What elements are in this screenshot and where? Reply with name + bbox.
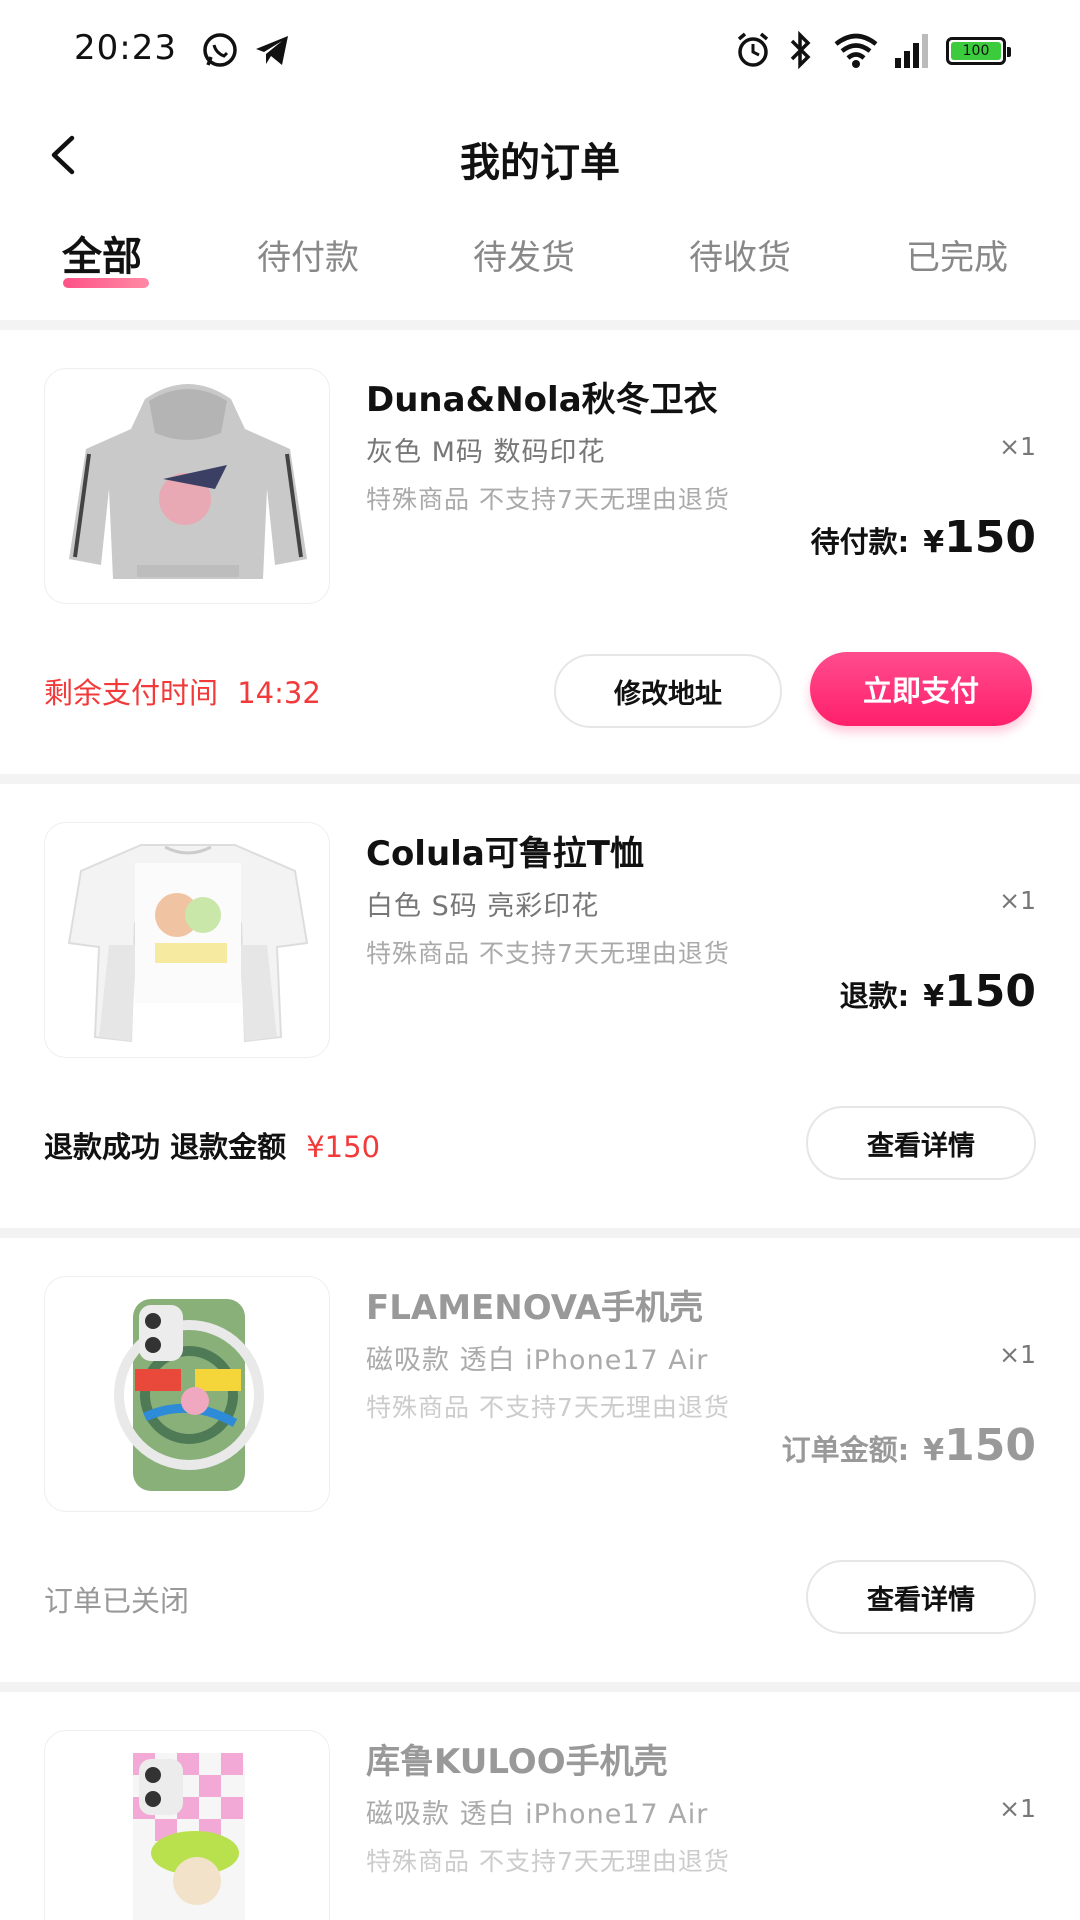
price-row: 待付款: ¥150 [811, 512, 1036, 572]
product-spec: 白色 S码 亮彩印花 [366, 891, 600, 922]
countdown-time: 14:32 [237, 676, 321, 710]
order-list-screen: 20:23 100 我的订单 全部 待付款 待发货 待收货 已完成 Duna&N… [0, 0, 1080, 1920]
product-quantity: ×1 [999, 1340, 1036, 1369]
product-image-phone-case[interactable] [44, 1276, 330, 1512]
divider [0, 1682, 1080, 1692]
product-spec: 磁吸款 透白 iPhone17 Air [366, 1345, 709, 1376]
order-tabs: 全部 待付款 待发货 待收货 已完成 [0, 230, 1080, 300]
order-closed-status: 订单已关闭 [44, 1584, 190, 1618]
product-spec: 磁吸款 透白 iPhone17 Air [366, 1799, 709, 1830]
product-title: Duna&Nola秋冬卫衣 [366, 380, 718, 420]
order-card[interactable]: FLAMENOVA手机壳 磁吸款 透白 iPhone17 Air ×1 特殊商品… [0, 1238, 1080, 1682]
return-policy-note: 特殊商品 不支持7天无理由退货 [366, 1393, 730, 1422]
divider [0, 1228, 1080, 1238]
product-image-hoodie[interactable] [44, 368, 330, 604]
pay-now-button[interactable]: 立即支付 [810, 652, 1032, 726]
price-row: 订单金额: ¥150 [782, 1420, 1036, 1480]
price-label: 退款: [839, 979, 910, 1013]
price-label: 待付款: [810, 525, 910, 559]
return-policy-note: 特殊商品 不支持7天无理由退货 [366, 485, 730, 514]
currency-symbol: ¥ [923, 525, 945, 560]
tab-pending-payment[interactable]: 待付款 [257, 230, 359, 279]
tab-label: 已完成 [906, 238, 1008, 278]
signal-icon [895, 34, 928, 68]
page-title: 我的订单 [460, 140, 620, 186]
product-title: 库鲁KULOO手机壳 [366, 1742, 668, 1782]
whatsapp-icon [203, 33, 237, 67]
order-card[interactable]: Duna&Nola秋冬卫衣 灰色 M码 数码印花 ×1 特殊商品 不支持7天无理… [0, 330, 1080, 774]
product-spec: 灰色 M码 数码印花 [366, 437, 606, 468]
header: 我的订单 [0, 110, 1080, 200]
price-row: 退款: ¥150 [840, 966, 1036, 1026]
tab-label: 待收货 [689, 238, 791, 278]
refund-amount: ¥150 [306, 1130, 381, 1164]
telegram-icon [256, 36, 288, 65]
divider [0, 774, 1080, 784]
tab-pending-receipt[interactable]: 待收货 [689, 230, 791, 279]
tab-completed[interactable]: 已完成 [906, 230, 1008, 279]
refund-status-label: 退款成功 退款金额 [44, 1130, 287, 1164]
price-amount: 150 [944, 966, 1036, 1017]
alarm-icon [737, 32, 769, 67]
tab-pending-shipment[interactable]: 待发货 [473, 230, 575, 279]
product-title: FLAMENOVA手机壳 [366, 1288, 704, 1328]
product-quantity: ×1 [999, 1794, 1036, 1823]
product-title: Colula可鲁拉T恤 [366, 834, 644, 874]
view-details-button[interactable]: 查看详情 [806, 1106, 1036, 1180]
price-amount: 150 [944, 1420, 1036, 1471]
view-details-button[interactable]: 查看详情 [806, 1560, 1036, 1634]
battery-level: 100 [951, 42, 1001, 60]
return-policy-note: 特殊商品 不支持7天无理由退货 [366, 1847, 730, 1876]
tab-label: 待付款 [257, 238, 359, 278]
product-image-phone-case[interactable] [44, 1730, 330, 1920]
tab-label: 待发货 [473, 238, 575, 278]
price-label: 订单金额: [781, 1433, 910, 1467]
status-bar: 20:23 100 [0, 0, 1080, 100]
status-time: 20:23 [74, 28, 177, 68]
currency-symbol: ¥ [923, 979, 945, 1014]
countdown-label: 剩余支付时间 [44, 676, 219, 710]
price-amount: 150 [944, 512, 1036, 563]
product-image-tshirt[interactable] [44, 822, 330, 1058]
tab-label: 全部 [62, 234, 142, 280]
bluetooth-icon [790, 30, 811, 70]
product-quantity: ×1 [999, 432, 1036, 461]
order-card[interactable]: Colula可鲁拉T恤 白色 S码 亮彩印花 ×1 特殊商品 不支持7天无理由退… [0, 784, 1080, 1228]
battery-icon: 100 [946, 37, 1011, 65]
edit-address-button[interactable]: 修改地址 [554, 654, 782, 728]
return-policy-note: 特殊商品 不支持7天无理由退货 [366, 939, 730, 968]
tab-all[interactable]: 全部 [62, 224, 142, 282]
wifi-icon [834, 33, 878, 68]
currency-symbol: ¥ [923, 1433, 945, 1468]
refund-status: 退款成功 退款金额 ¥150 [44, 1124, 380, 1166]
order-card[interactable]: 库鲁KULOO手机壳 磁吸款 透白 iPhone17 Air ×1 特殊商品 不… [0, 1692, 1080, 1920]
product-quantity: ×1 [999, 886, 1036, 915]
divider [0, 320, 1080, 330]
payment-countdown: 剩余支付时间 14:32 [44, 670, 321, 712]
